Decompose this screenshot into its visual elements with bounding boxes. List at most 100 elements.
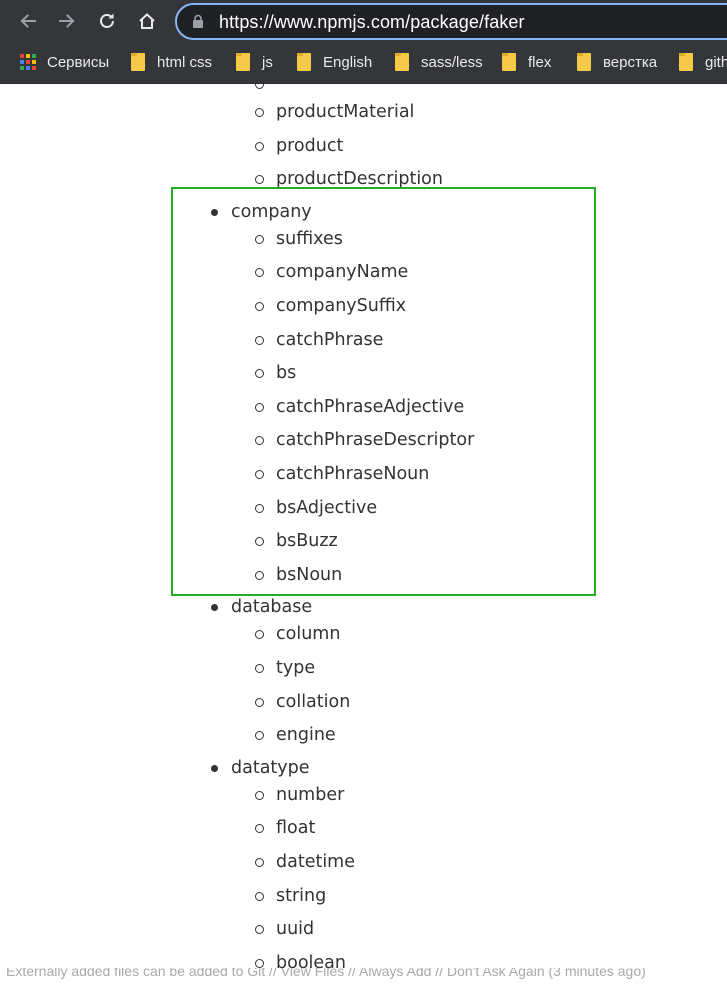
folder-icon <box>297 53 311 71</box>
folder-icon <box>679 53 693 71</box>
bookmark-label: верстка <box>603 53 658 71</box>
list-bullet-circle <box>255 503 264 513</box>
list-bullet-circle <box>255 234 264 244</box>
method-item: float <box>276 816 315 840</box>
folder-icon <box>395 53 409 71</box>
list-item-text: datetime <box>276 852 355 872</box>
list-bullet-circle <box>255 790 264 800</box>
bookmark-github[interactable]: github <box>679 42 727 82</box>
list-bullet-circle <box>255 108 264 117</box>
list-item-text: type <box>276 658 316 678</box>
list-bullet-circle <box>255 630 264 640</box>
list-bullet-circle <box>255 302 264 311</box>
list-item-text: companyName <box>276 262 409 283</box>
folder-icon <box>131 53 145 71</box>
method-item: product <box>276 134 343 158</box>
method-item: bsAdjective <box>276 496 377 520</box>
back-arrow-icon <box>20 14 36 28</box>
list-bullet-circle <box>255 537 264 547</box>
bookmark-verstka[interactable]: верстка <box>577 42 657 82</box>
bookmark-sass-less[interactable]: sass/less <box>395 42 483 82</box>
list-item-text: bsAdjective <box>276 497 378 518</box>
list-bullet-circle <box>255 268 264 278</box>
list-bullet-disc <box>211 208 218 216</box>
list-bullet-circle <box>255 570 264 580</box>
list-item-text: catchPhraseNoun <box>276 464 430 484</box>
list-bullet-circle <box>255 335 264 345</box>
list-item-text: float <box>276 818 316 839</box>
list-bullet-circle <box>255 141 264 151</box>
method-item: type <box>276 656 315 680</box>
bookmark-apps[interactable]: Сервисы <box>20 42 109 82</box>
method-item: bs <box>276 361 296 385</box>
list-bullet-circle <box>255 731 264 741</box>
list-item-text: product <box>276 135 344 156</box>
method-item: uuid <box>276 917 314 941</box>
bookmark-flex[interactable]: flex <box>502 42 551 82</box>
address-bar[interactable]: https://www.npmjs.com/package/faker <box>175 3 727 40</box>
list-item-text: collation <box>276 691 351 712</box>
method-item: string <box>276 884 326 908</box>
lock-icon <box>193 14 203 28</box>
forward-button[interactable] <box>52 6 82 36</box>
list-item-text: datatype <box>231 757 310 778</box>
method-item: suffixes <box>276 227 343 251</box>
method-item: engine <box>276 723 336 747</box>
list-item-text: database <box>231 597 313 618</box>
bookmark-label: sass/less <box>421 53 483 71</box>
home-button[interactable] <box>132 6 162 36</box>
list-item-text: suffixes <box>276 228 343 249</box>
list-item-text: bsNoun <box>276 564 343 585</box>
method-item: bsBuzz <box>276 529 338 553</box>
url-text: https://www.npmjs.com/package/faker <box>219 12 525 32</box>
highlight-box-company <box>171 187 596 596</box>
list-bullet-circle <box>255 858 264 867</box>
list-item-text: bs <box>276 363 297 384</box>
status-text: Externally added files can be added to G… <box>6 968 646 979</box>
list-bullet-circle <box>255 84 264 89</box>
reload-button[interactable] <box>92 6 122 36</box>
apps-icon <box>20 54 36 70</box>
bookmark-html-css[interactable]: html css <box>131 42 212 82</box>
list-bullet-circle <box>255 697 264 707</box>
list-bullet-disc <box>211 764 218 772</box>
folder-icon <box>502 53 516 71</box>
list-bullet-circle <box>255 369 264 379</box>
list-item-text: column <box>276 624 341 645</box>
folder-icon <box>236 53 250 71</box>
list-item-text: string <box>276 885 327 906</box>
method-item: datetime <box>276 850 355 874</box>
folder-icon <box>577 53 591 71</box>
list-bullet-circle <box>255 925 264 935</box>
forward-arrow-icon <box>59 14 75 28</box>
list-item-text: company <box>231 201 312 222</box>
bookmark-label: Сервисы <box>47 53 110 71</box>
bookmark-js[interactable]: js <box>236 42 273 82</box>
reload-icon <box>100 13 114 28</box>
section-item-company: company <box>231 200 312 224</box>
list-bullet-circle <box>255 664 264 673</box>
status-notification-strip: Externally added files can be added to G… <box>0 968 727 987</box>
browser-toolbar: https://www.npmjs.com/package/faker <box>0 0 727 42</box>
back-button[interactable] <box>13 6 43 36</box>
list-bullet-circle <box>255 824 264 834</box>
bookmark-label: html css <box>157 53 213 71</box>
list-item-text: productDescription <box>276 169 443 190</box>
method-item: catchPhrase <box>276 328 383 352</box>
list-bullet-circle <box>255 436 264 446</box>
list-item-text: catchPhraseAdjective <box>276 396 465 417</box>
method-item: productMaterial <box>276 100 414 124</box>
method-item: catchPhraseAdjective <box>276 395 464 419</box>
list-bullet-circle <box>255 175 264 185</box>
list-item-text: catchPhrase <box>276 329 384 350</box>
list-item-text: uuid <box>276 919 315 940</box>
list-item-text: number <box>276 784 345 805</box>
method-item: companySuffix <box>276 294 406 318</box>
list-bullet-circle <box>255 958 264 968</box>
method-item: catchPhraseDescriptor <box>276 428 474 452</box>
list-bullet-circle <box>255 470 264 479</box>
bookmark-english[interactable]: English <box>297 42 372 82</box>
method-item: catchPhraseNoun <box>276 462 429 486</box>
home-icon <box>139 13 155 29</box>
method-item: number <box>276 783 344 807</box>
